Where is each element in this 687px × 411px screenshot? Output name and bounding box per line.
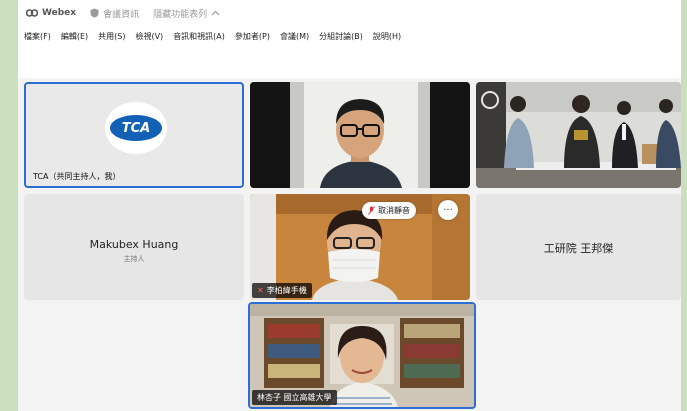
room-video xyxy=(476,82,681,188)
mic-off-icon xyxy=(368,206,375,215)
more-icon: ··· xyxy=(443,204,453,216)
video-grid: TCA TCA（共同主持人，我） Makubex Huang 主持人 取消靜音 … xyxy=(18,78,681,411)
more-options-button[interactable]: ··· xyxy=(438,200,458,220)
unmute-button[interactable]: 取消靜音 xyxy=(362,202,416,219)
participant-name: Makubex Huang xyxy=(89,238,179,251)
participant-video xyxy=(250,82,470,188)
screen: Webex 會議資訊 隱藏功能表列 檔案(F) 編輯(E) 共用(S) 檢視(V… xyxy=(0,0,687,411)
frame-edge xyxy=(0,0,18,411)
hide-toolbar-label: 隱藏功能表列 xyxy=(153,9,208,20)
webex-logo[interactable]: Webex xyxy=(26,8,76,18)
mic-off-icon: ✕ xyxy=(257,286,264,295)
chevron-up-icon xyxy=(211,10,220,16)
participant-tile-makubex[interactable]: Makubex Huang 主持人 xyxy=(24,194,244,300)
webex-icon xyxy=(26,9,38,17)
webex-window: Webex 會議資訊 隱藏功能表列 檔案(F) 編輯(E) 共用(S) 檢視(V… xyxy=(18,0,681,411)
participant-role: 主持人 xyxy=(123,255,145,263)
participant-name: 李柏緯手機 xyxy=(266,286,307,295)
participant-tile-lee[interactable]: 取消靜音 ··· ✕ 李柏緯手機 xyxy=(250,194,470,300)
menu-breakout[interactable]: 分組討論(B) xyxy=(319,31,363,42)
participant-tile-itri[interactable]: 工研院 王邦傑 xyxy=(476,194,681,300)
participant-tile-tca[interactable]: TCA TCA（共同主持人，我） xyxy=(24,82,244,188)
participant-name-tag: ✕ 李柏緯手機 xyxy=(252,283,312,298)
participant-name: TCA（共同主持人，我） xyxy=(33,172,121,181)
frame-edge xyxy=(681,0,687,411)
participant-tile-video[interactable] xyxy=(250,82,470,188)
menu-edit[interactable]: 編輯(E) xyxy=(61,31,88,42)
menu-participant[interactable]: 參加者(P) xyxy=(235,31,270,42)
app-name: Webex xyxy=(42,8,77,18)
title-bar: Webex 會議資訊 隱藏功能表列 xyxy=(18,0,681,26)
menu-file[interactable]: 檔案(F) xyxy=(24,31,51,42)
menu-share[interactable]: 共用(S) xyxy=(98,31,125,42)
tca-logo-text: TCA xyxy=(110,115,162,141)
menu-bar: 檔案(F) 編輯(E) 共用(S) 檢視(V) 音訊和視訊(A) 參加者(P) … xyxy=(18,28,681,44)
menu-help[interactable]: 說明(H) xyxy=(373,31,401,42)
meeting-info-label: 會議資訊 xyxy=(103,9,140,20)
meeting-info-button[interactable]: 會議資訊 xyxy=(90,7,139,20)
menu-view[interactable]: 檢視(V) xyxy=(135,31,163,42)
unmute-label: 取消靜音 xyxy=(378,206,410,215)
participant-name: 工研院 王邦傑 xyxy=(543,242,614,255)
hide-toolbar-button[interactable]: 隱藏功能表列 xyxy=(153,7,220,20)
tca-logo: TCA xyxy=(105,102,167,154)
shield-icon xyxy=(90,8,99,18)
participant-tile-room[interactable] xyxy=(476,82,681,188)
participant-tile-lin[interactable]: 林杏子 國立高雄大學 xyxy=(248,302,476,409)
menu-audio-video[interactable]: 音訊和視訊(A) xyxy=(173,31,225,42)
participant-name: 林杏子 國立高雄大學 xyxy=(252,390,337,405)
menu-meeting[interactable]: 會議(M) xyxy=(280,31,309,42)
